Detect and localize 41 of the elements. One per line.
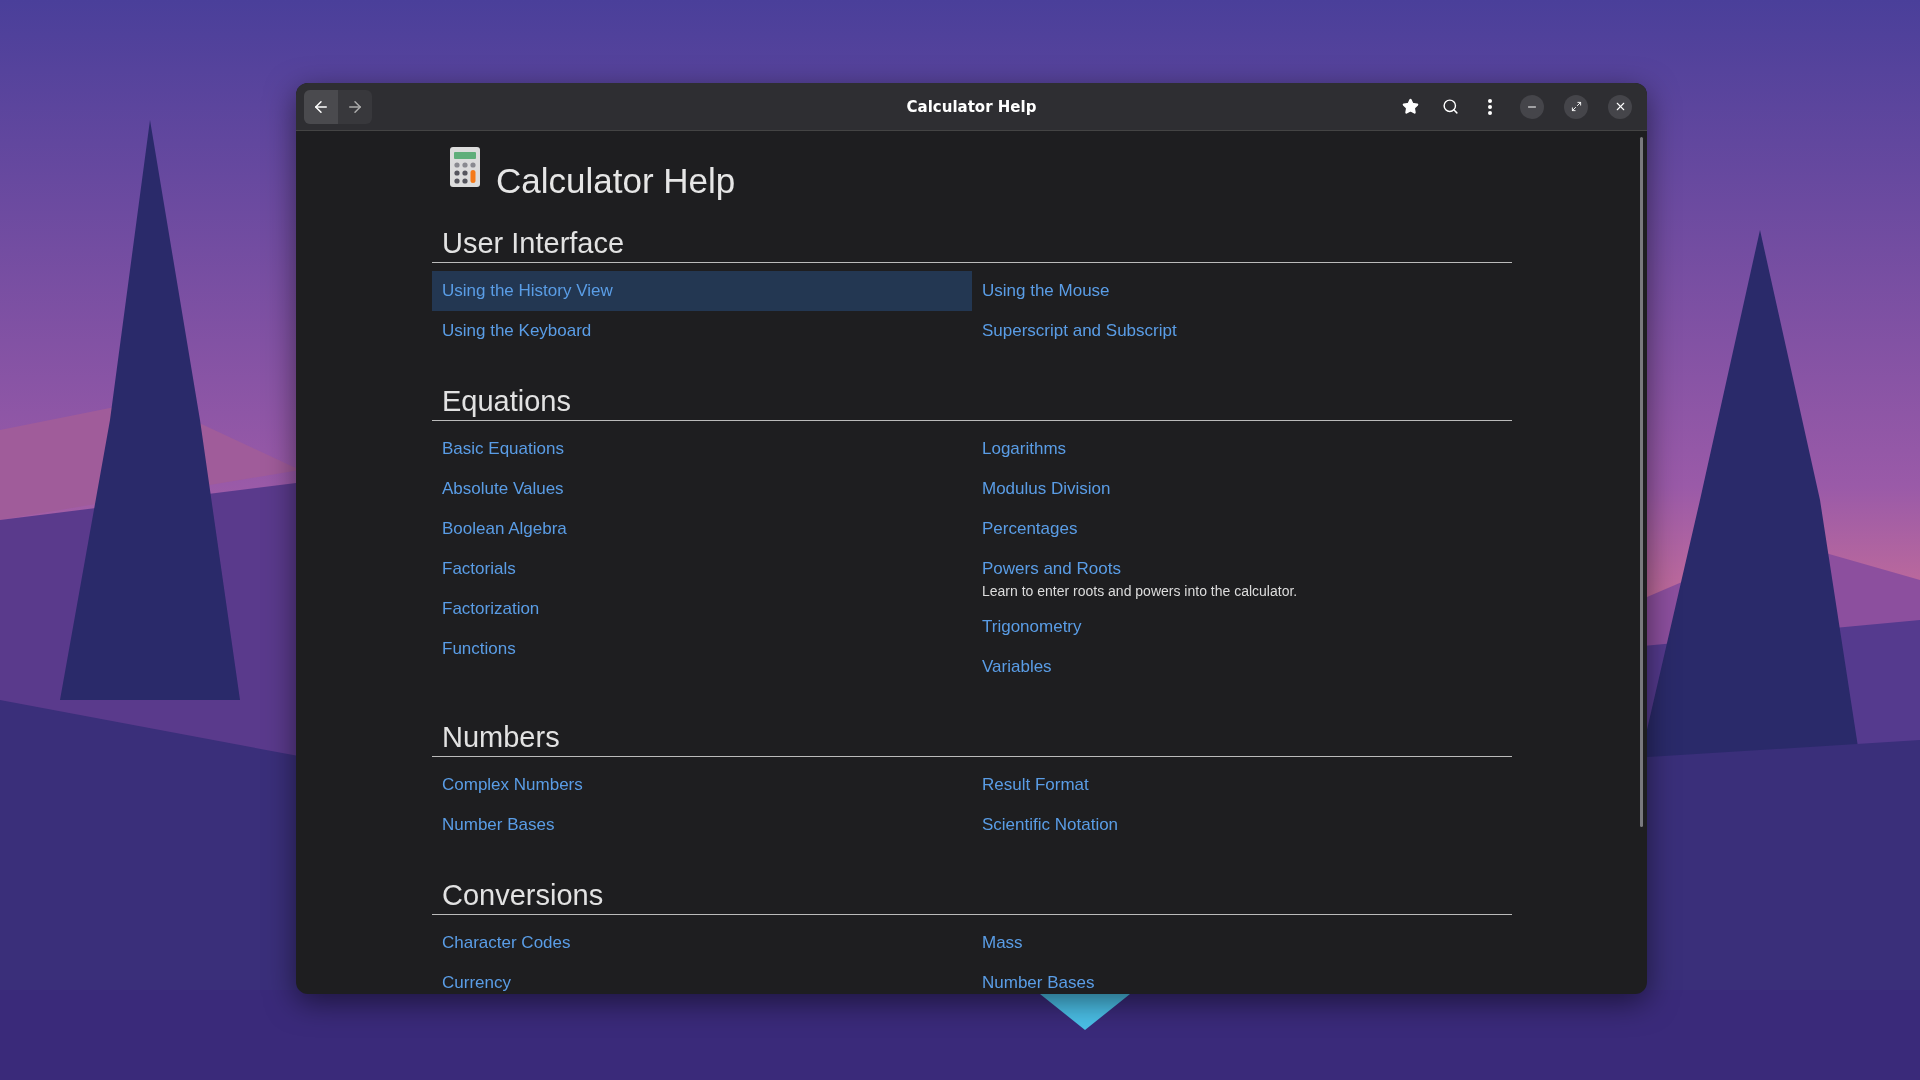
topic-link[interactable]: Trigonometry [972,607,1512,647]
topic-link[interactable]: Complex Numbers [432,765,972,805]
calculator-icon [450,147,480,187]
topic-link[interactable]: Functions [432,629,972,669]
scrollbar[interactable] [1640,137,1643,827]
topic-link[interactable]: Basic Equations [432,429,972,469]
search-icon [1441,98,1459,115]
topic-link[interactable]: Factorization [432,589,972,629]
topic-link[interactable]: Scientific Notation [972,805,1512,845]
topic-link[interactable]: Variables [972,647,1512,687]
back-button[interactable] [304,89,338,124]
topic-link[interactable]: Percentages [972,509,1512,549]
topic-link[interactable]: Absolute Values [432,469,972,509]
topic-link[interactable]: Using the Mouse [972,271,1512,311]
close-button[interactable] [1608,94,1632,119]
topic-link[interactable]: Mass [972,923,1512,963]
topic-link[interactable]: Powers and Roots [982,559,1502,579]
topic-link[interactable]: Factorials [432,549,972,589]
section-heading: Numbers [432,721,1512,757]
topic-link[interactable]: Number Bases [972,963,1512,994]
star-icon [1401,98,1419,115]
section-heading: Equations [432,385,1512,421]
topic-link[interactable]: Using the Keyboard [432,311,972,351]
menu-icon [1488,98,1492,115]
topic-link[interactable]: Superscript and Subscript [972,311,1512,351]
topic-link[interactable]: Boolean Algebra [432,509,972,549]
topic-link[interactable]: Currency [432,963,972,994]
topic-link[interactable]: Result Format [972,765,1512,805]
section-heading: User Interface [432,227,1512,263]
topic-link[interactable]: Logarithms [972,429,1512,469]
section-heading: Conversions [432,879,1512,915]
topic-link[interactable]: Using the History View [432,271,972,311]
maximize-button[interactable] [1564,94,1588,119]
window-title: Calculator Help [906,97,1037,116]
topic-description: Learn to enter roots and powers into the calculator. [982,583,1299,599]
topic-link[interactable]: Character Codes [432,923,972,963]
topic-link[interactable]: Number Bases [432,805,972,845]
minimize-button[interactable] [1520,94,1544,119]
topic-link[interactable]: Modulus Division [972,469,1512,509]
page-title: Calculator Help [496,161,736,201]
maximize-icon [1570,101,1582,112]
